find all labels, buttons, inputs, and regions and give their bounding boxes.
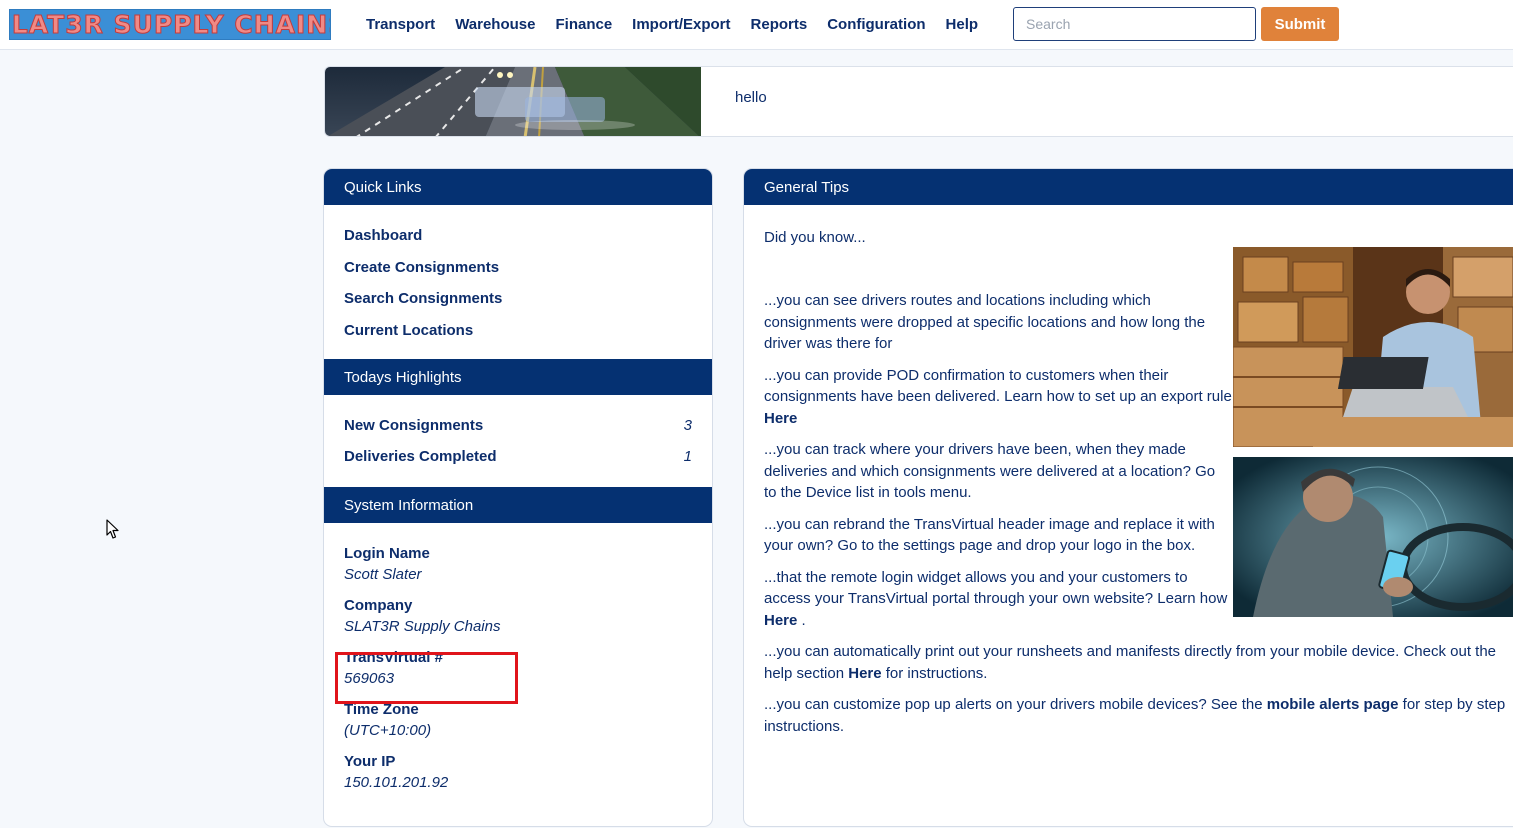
general-tips-panel: General Tips Did you know... ...you can … bbox=[743, 168, 1513, 827]
list-item: ...you can customize pop up alerts on yo… bbox=[764, 694, 1513, 737]
company-block: Company SLAT3R Supply Chains bbox=[324, 595, 712, 637]
logo-text: SLAT3R SUPPLY CHAINS bbox=[9, 10, 331, 39]
mouse-cursor-icon bbox=[106, 519, 119, 539]
info-value: SLAT3R Supply Chains bbox=[344, 618, 501, 635]
tip-text: ...you can rebrand the TransVirtual head… bbox=[764, 515, 1215, 555]
nav-warehouse[interactable]: Warehouse bbox=[445, 16, 545, 33]
quick-links-title: Quick Links bbox=[324, 169, 712, 205]
top-navbar: SLAT3R SUPPLY CHAINS Transport Warehouse… bbox=[0, 0, 1513, 50]
ip-block: Your IP 150.101.201.92 bbox=[324, 751, 712, 793]
list-item: ...you can see drivers routes and locati… bbox=[764, 290, 1224, 355]
info-label: Company bbox=[344, 597, 413, 614]
header-banner: hello bbox=[324, 66, 1513, 137]
general-tips-title: General Tips bbox=[744, 169, 1513, 205]
nav-import-export[interactable]: Import/Export bbox=[622, 16, 740, 33]
main-nav: Transport Warehouse Finance Import/Expor… bbox=[356, 0, 988, 49]
link-current-locations[interactable]: Current Locations bbox=[344, 318, 692, 350]
new-consignments-link[interactable]: New Consignments bbox=[344, 413, 483, 444]
tip-text: ...you can provide POD confirmation to c… bbox=[764, 366, 1232, 406]
highlights-title: Todays Highlights bbox=[324, 359, 712, 395]
list-item: ...you can provide POD confirmation to c… bbox=[764, 365, 1234, 430]
new-consignments-count: 3 bbox=[683, 417, 692, 434]
tip-text: ...you can see drivers routes and locati… bbox=[764, 292, 1206, 352]
deliveries-completed-link[interactable]: Deliveries Completed bbox=[344, 444, 497, 475]
tip-link[interactable]: mobile alerts page bbox=[1267, 696, 1399, 713]
list-item: Deliveries Completed 1 bbox=[324, 444, 712, 475]
warehouse-worker-image bbox=[1233, 247, 1513, 447]
time-zone-block: Time Zone (UTC+10:00) bbox=[324, 699, 712, 741]
nav-finance[interactable]: Finance bbox=[545, 16, 622, 33]
info-label: Login Name bbox=[344, 545, 430, 562]
submit-button[interactable]: Submit bbox=[1261, 7, 1339, 41]
highlight-annotation-box bbox=[335, 652, 518, 704]
list-item: ...you can rebrand the TransVirtual head… bbox=[764, 514, 1229, 557]
deliveries-completed-count: 1 bbox=[683, 448, 692, 465]
tip-link[interactable]: Here bbox=[848, 665, 881, 682]
nav-configuration[interactable]: Configuration bbox=[817, 16, 935, 33]
nav-transport[interactable]: Transport bbox=[356, 16, 445, 33]
list-item: New Consignments 3 bbox=[324, 413, 712, 444]
info-value: (UTC+10:00) bbox=[344, 722, 432, 739]
banner-greeting: hello bbox=[735, 89, 767, 106]
tips-body: Did you know... ...you can see drivers r… bbox=[744, 227, 1513, 737]
tips-intro: Did you know... bbox=[764, 229, 866, 246]
link-search-consignments[interactable]: Search Consignments bbox=[344, 286, 692, 318]
nav-help[interactable]: Help bbox=[936, 16, 989, 33]
quick-links-list: Dashboard Create Consignments Search Con… bbox=[324, 205, 712, 359]
tip-text: ...that the remote login widget allows y… bbox=[764, 568, 1228, 608]
tip-suffix: for instructions. bbox=[881, 664, 988, 682]
quick-links-panel: Quick Links Dashboard Create Consignment… bbox=[323, 168, 713, 827]
highway-banner-image bbox=[325, 67, 701, 136]
info-label: Your IP bbox=[344, 753, 396, 770]
tip-suffix: . bbox=[797, 611, 806, 629]
driver-phone-image bbox=[1233, 457, 1513, 617]
highlights-list: New Consignments 3 Deliveries Completed … bbox=[324, 395, 712, 487]
tip-text: ...you can track where your drivers have… bbox=[764, 441, 1216, 501]
list-item: ...you can automatically print out your … bbox=[764, 641, 1513, 684]
tip-link[interactable]: Here bbox=[764, 612, 797, 629]
list-item: ...you can track where your drivers have… bbox=[764, 439, 1229, 504]
link-dashboard[interactable]: Dashboard bbox=[344, 223, 692, 255]
login-name-block: Login Name Scott Slater bbox=[324, 543, 712, 585]
search-input[interactable] bbox=[1013, 7, 1256, 41]
info-value: Scott Slater bbox=[344, 566, 422, 583]
list-item: ...that the remote login widget allows y… bbox=[764, 567, 1229, 632]
nav-reports[interactable]: Reports bbox=[741, 16, 818, 33]
info-value: 150.101.201.92 bbox=[344, 774, 449, 791]
tip-text: ...you can customize pop up alerts on yo… bbox=[764, 696, 1267, 713]
tip-link[interactable]: Here bbox=[764, 410, 797, 427]
system-info-title: System Information bbox=[324, 487, 712, 523]
company-logo[interactable]: SLAT3R SUPPLY CHAINS bbox=[9, 9, 331, 40]
link-create-consignments[interactable]: Create Consignments bbox=[344, 255, 692, 287]
